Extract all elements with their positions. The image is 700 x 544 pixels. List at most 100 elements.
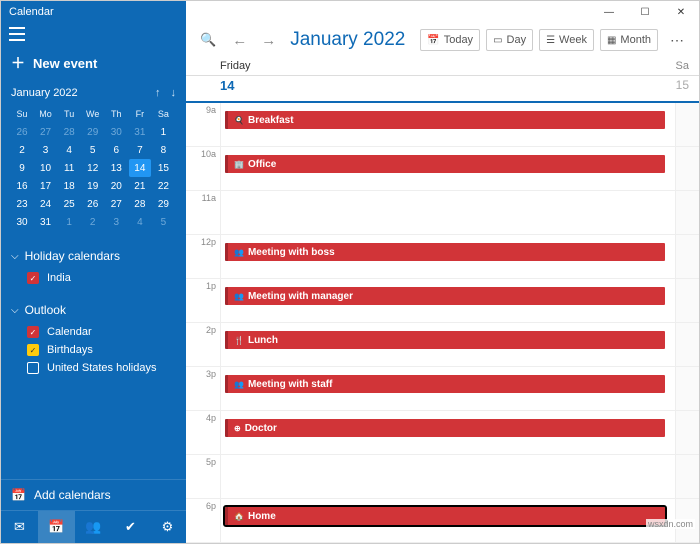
hour-row[interactable]: 9a🍳Breakfast: [186, 103, 699, 147]
mini-day[interactable]: 26: [11, 123, 33, 141]
mini-prev-icon[interactable]: ↑: [155, 87, 161, 99]
hour-row[interactable]: 11a: [186, 191, 699, 235]
hour-grid[interactable]: 9a🍳Breakfast10a🏢Office11a12p👥Meeting wit…: [186, 103, 699, 543]
mini-day[interactable]: 3: [35, 141, 57, 159]
hour-row[interactable]: 1p👥Meeting with manager: [186, 279, 699, 323]
event[interactable]: 👥Meeting with manager: [225, 287, 665, 305]
hour-cell[interactable]: 🏠Home: [220, 499, 675, 542]
hour-row[interactable]: 10a🏢Office: [186, 147, 699, 191]
hour-row[interactable]: 4p⊕Doctor: [186, 411, 699, 455]
hamburger-icon[interactable]: [9, 27, 25, 41]
event[interactable]: 👥Meeting with boss: [225, 243, 665, 261]
hour-cell[interactable]: 🏢Office: [220, 147, 675, 190]
checkbox[interactable]: ✓: [27, 344, 39, 356]
mini-day[interactable]: 25: [58, 195, 80, 213]
mini-day[interactable]: 27: [35, 123, 57, 141]
mini-day[interactable]: 28: [58, 123, 80, 141]
mini-day[interactable]: 28: [129, 195, 151, 213]
hour-row[interactable]: 6p🏠Home: [186, 499, 699, 543]
hour-cell[interactable]: 🍳Breakfast: [220, 103, 675, 146]
saturday-cell[interactable]: [675, 411, 699, 454]
saturday-cell[interactable]: [675, 367, 699, 410]
saturday-cell[interactable]: [675, 191, 699, 234]
hour-cell[interactable]: 👥Meeting with boss: [220, 235, 675, 278]
date-15[interactable]: 15: [665, 78, 689, 93]
saturday-cell[interactable]: [675, 279, 699, 322]
hour-row[interactable]: 2p🍴Lunch: [186, 323, 699, 367]
event[interactable]: 🏠Home: [225, 507, 665, 525]
saturday-cell[interactable]: [675, 147, 699, 190]
month-title[interactable]: January 2022: [290, 29, 405, 51]
nav-mail-icon[interactable]: ✉: [1, 511, 38, 543]
mini-day[interactable]: 6: [105, 141, 127, 159]
hour-row[interactable]: 12p👥Meeting with boss: [186, 235, 699, 279]
nav-people-icon[interactable]: 👥: [75, 511, 112, 543]
mini-day[interactable]: 29: [82, 123, 104, 141]
mini-day[interactable]: 16: [11, 177, 33, 195]
section-holiday-header[interactable]: ⌵ Holiday calendars: [11, 249, 176, 263]
saturday-cell[interactable]: [675, 235, 699, 278]
mini-day[interactable]: 7: [129, 141, 151, 159]
mini-day[interactable]: 1: [152, 123, 174, 141]
hour-cell[interactable]: [220, 455, 675, 498]
add-calendars-button[interactable]: 📅 Add calendars: [1, 479, 186, 510]
mini-day[interactable]: 5: [152, 213, 174, 231]
mini-day[interactable]: 19: [82, 177, 104, 195]
hour-cell[interactable]: 🍴Lunch: [220, 323, 675, 366]
mini-day[interactable]: 30: [11, 213, 33, 231]
mini-day[interactable]: 27: [105, 195, 127, 213]
saturday-cell[interactable]: [675, 323, 699, 366]
hour-cell[interactable]: [220, 191, 675, 234]
calendar-item[interactable]: United States holidays: [11, 359, 176, 377]
mini-day[interactable]: 13: [105, 159, 127, 177]
mini-day[interactable]: 20: [105, 177, 127, 195]
calendar-item[interactable]: ✓Calendar: [11, 323, 176, 341]
mini-day[interactable]: 30: [105, 123, 127, 141]
more-icon[interactable]: ⋯: [664, 32, 691, 49]
checkbox[interactable]: ✓: [27, 326, 39, 338]
mini-day[interactable]: 18: [58, 177, 80, 195]
new-event-button[interactable]: ＋ New event: [1, 43, 186, 83]
mini-month-label[interactable]: January 2022: [11, 87, 78, 99]
nav-settings-icon[interactable]: ⚙: [149, 511, 186, 543]
mini-day[interactable]: 2: [82, 213, 104, 231]
mini-day[interactable]: 24: [35, 195, 57, 213]
hour-row[interactable]: 3p👥Meeting with staff: [186, 367, 699, 411]
saturday-cell[interactable]: [675, 103, 699, 146]
mini-day[interactable]: 4: [129, 213, 151, 231]
mini-day[interactable]: 22: [152, 177, 174, 195]
calendar-item[interactable]: ✓Birthdays: [11, 341, 176, 359]
minimize-button[interactable]: —: [591, 1, 627, 23]
mini-day[interactable]: 2: [11, 141, 33, 159]
mini-day[interactable]: 12: [82, 159, 104, 177]
hour-cell[interactable]: ⊕Doctor: [220, 411, 675, 454]
hour-row[interactable]: 5p: [186, 455, 699, 499]
checkbox[interactable]: ✓: [27, 272, 39, 284]
saturday-cell[interactable]: [675, 455, 699, 498]
mini-day[interactable]: 11: [58, 159, 80, 177]
mini-day[interactable]: 3: [105, 213, 127, 231]
mini-day[interactable]: 14: [129, 159, 151, 177]
mini-day[interactable]: 31: [129, 123, 151, 141]
hour-cell[interactable]: 👥Meeting with manager: [220, 279, 675, 322]
hour-cell[interactable]: 👥Meeting with staff: [220, 367, 675, 410]
event[interactable]: 🍳Breakfast: [225, 111, 665, 129]
day-view-button[interactable]: ▭Day: [486, 29, 533, 51]
nav-calendar-icon[interactable]: 📅: [38, 511, 75, 543]
week-view-button[interactable]: ☰Week: [539, 29, 594, 51]
search-icon[interactable]: 🔍: [194, 32, 222, 48]
month-view-button[interactable]: ▦Month: [600, 29, 658, 51]
mini-day[interactable]: 21: [129, 177, 151, 195]
mini-day[interactable]: 8: [152, 141, 174, 159]
maximize-button[interactable]: ☐: [627, 1, 663, 23]
event[interactable]: 🍴Lunch: [225, 331, 665, 349]
calendar-item[interactable]: ✓India: [11, 269, 176, 287]
next-arrow-icon[interactable]: →: [257, 32, 280, 49]
section-outlook-header[interactable]: ⌵ Outlook: [11, 303, 176, 317]
mini-day[interactable]: 10: [35, 159, 57, 177]
mini-day[interactable]: 26: [82, 195, 104, 213]
mini-day[interactable]: 29: [152, 195, 174, 213]
event[interactable]: ⊕Doctor: [225, 419, 665, 437]
event[interactable]: 🏢Office: [225, 155, 665, 173]
checkbox[interactable]: [27, 362, 39, 374]
